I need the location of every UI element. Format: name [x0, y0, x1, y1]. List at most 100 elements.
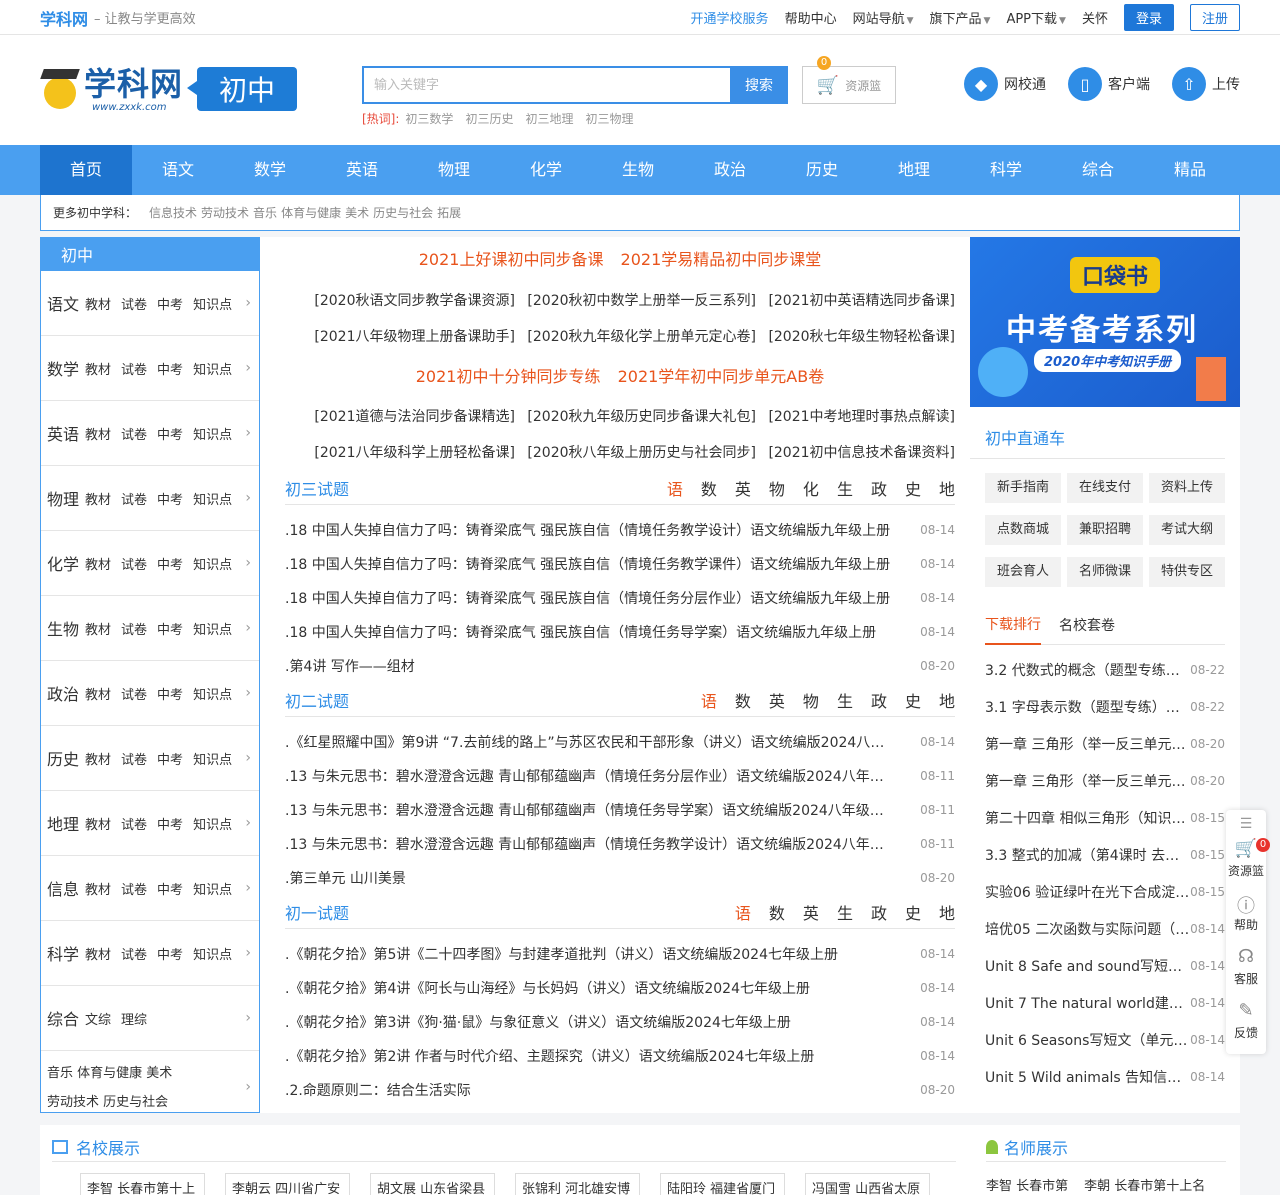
- left-nav-tag[interactable]: 教材: [85, 359, 111, 378]
- rank-link[interactable]: 第一章 三角形（举一反三单元…: [985, 771, 1190, 791]
- feature-sublink[interactable]: [2020秋初中数学上册举一反三系列]: [527, 293, 756, 309]
- direct-link[interactable]: 资料上传: [1149, 473, 1225, 503]
- rank-link[interactable]: Unit 8 Safe and sound写短文…: [985, 956, 1190, 976]
- feature-sublink[interactable]: [2021初中信息技术备课资料]: [768, 445, 955, 461]
- left-nav-tag[interactable]: 文综: [85, 1009, 111, 1028]
- left-nav-tag[interactable]: 知识点: [193, 359, 232, 378]
- left-nav-tag[interactable]: 中考: [157, 749, 183, 768]
- left-nav-row[interactable]: 科学 教材 试卷 中考 知识点 ›: [41, 921, 259, 986]
- resource-link[interactable]: .2.命题原则二：结合生活实际: [285, 1080, 895, 1100]
- left-nav-tag[interactable]: 中考: [157, 359, 183, 378]
- subject-tab[interactable]: 数: [701, 476, 717, 500]
- subject-tab[interactable]: 数: [735, 688, 751, 712]
- left-nav-tag[interactable]: 知识点: [193, 294, 232, 313]
- feature-sublink[interactable]: [2020秋八年级上册历史与社会同步]: [527, 445, 756, 461]
- rank-link[interactable]: 第二十四章 相似三角形（知识…: [985, 808, 1190, 828]
- left-nav-tag[interactable]: 中考: [157, 814, 183, 833]
- resource-link[interactable]: .《红星照耀中国》第9讲 “7.去前线的路上”与苏区农民和干部形象（讲义）语文统…: [285, 732, 895, 752]
- hot-word[interactable]: 初三历史: [465, 110, 513, 127]
- left-nav-tag[interactable]: 试卷: [121, 489, 147, 508]
- tool-wangxiaotong[interactable]: ◆ 网校通: [964, 67, 1046, 101]
- resource-link[interactable]: .《朝花夕拾》第2讲 作者与时代介绍、主题探究（讲义）语文统编版2024七年级上…: [285, 1046, 895, 1066]
- left-nav-tag[interactable]: 中考: [157, 424, 183, 443]
- left-nav-tag[interactable]: 试卷: [121, 684, 147, 703]
- nav-item[interactable]: 历史: [776, 145, 868, 195]
- teacher-card[interactable]: 李朝 长春市第十上名: [1084, 1175, 1205, 1194]
- resource-link[interactable]: .13 与朱元思书：碧水澄澄含远趣 青山郁郁蕴幽声（情境任务分层作业）语文统编版…: [285, 766, 895, 786]
- left-nav-tag[interactable]: 知识点: [193, 684, 232, 703]
- left-nav-tag[interactable]: 试卷: [121, 944, 147, 963]
- left-nav-row[interactable]: 物理 教材 试卷 中考 知识点 ›: [41, 466, 259, 531]
- feature-link[interactable]: 2021学易精品初中同步课堂: [621, 250, 822, 269]
- left-nav-row[interactable]: 语文 教材 试卷 中考 知识点 ›: [41, 271, 259, 336]
- direct-link[interactable]: 班会育人: [985, 557, 1061, 587]
- rank-link[interactable]: 3.3 整式的加减（第4课时 去括…: [985, 845, 1190, 865]
- left-nav-subject[interactable]: 数学: [47, 356, 79, 380]
- subject-tab[interactable]: 生: [837, 688, 853, 712]
- left-nav-subject[interactable]: 政治: [47, 681, 79, 705]
- feature-sublink[interactable]: [2020秋七年级生物轻松备课]: [768, 329, 955, 345]
- nav-item[interactable]: 化学: [500, 145, 592, 195]
- left-nav-row[interactable]: 地理 教材 试卷 中考 知识点 ›: [41, 791, 259, 856]
- left-nav-tag[interactable]: 教材: [85, 684, 111, 703]
- feature-sublink[interactable]: [2020秋九年级化学上册单元定心卷]: [527, 329, 756, 345]
- left-nav-tag[interactable]: 教材: [85, 294, 111, 313]
- section-title[interactable]: 初一试题: [285, 900, 349, 924]
- float-basket[interactable]: 🛒 0 资源篮: [1228, 838, 1270, 892]
- float-feedback[interactable]: ✎ 反馈: [1234, 1000, 1258, 1054]
- direct-link[interactable]: 新手指南: [985, 473, 1061, 503]
- left-nav-tag[interactable]: 教材: [85, 879, 111, 898]
- left-nav-tag[interactable]: 知识点: [193, 814, 232, 833]
- left-nav-tag[interactable]: 教材: [85, 489, 111, 508]
- left-nav-subject[interactable]: 地理: [47, 811, 79, 835]
- subject-tab[interactable]: 英: [769, 688, 785, 712]
- float-help[interactable]: ⓘ 帮助: [1234, 892, 1258, 946]
- left-nav-tag[interactable]: 理综: [121, 1009, 147, 1028]
- resource-basket-button[interactable]: 0 🛒 资源篮: [802, 56, 896, 104]
- rank-link[interactable]: 第一章 三角形（举一反三单元…: [985, 734, 1190, 754]
- left-nav-subject[interactable]: 英语: [47, 421, 79, 445]
- more-subject-link[interactable]: 信息技术: [149, 206, 197, 220]
- more-subject-link[interactable]: 体育与健康: [281, 206, 341, 220]
- register-button[interactable]: 注册: [1189, 4, 1240, 31]
- subject-tab[interactable]: 生: [837, 476, 853, 500]
- tab-famous-papers[interactable]: 名校套卷: [1059, 615, 1115, 635]
- left-nav-tag[interactable]: 知识点: [193, 489, 232, 508]
- feature-link[interactable]: 2021初中十分钟同步专练: [416, 367, 601, 386]
- tool-client[interactable]: ▯ 客户端: [1068, 67, 1150, 101]
- hot-word[interactable]: 初三地理: [525, 110, 573, 127]
- left-nav-row[interactable]: 英语 教材 试卷 中考 知识点 ›: [41, 401, 259, 466]
- feature-link[interactable]: 2021上好课初中同步备课: [419, 250, 604, 269]
- school-card[interactable]: 胡文展 山东省梁县: [370, 1173, 495, 1195]
- nav-item[interactable]: 首页: [40, 145, 132, 195]
- left-nav-tag[interactable]: 中考: [157, 489, 183, 508]
- nav-item[interactable]: 地理: [868, 145, 960, 195]
- subject-tab[interactable]: 政: [871, 476, 887, 500]
- menu-icon[interactable]: ☰: [1240, 816, 1253, 838]
- direct-link[interactable]: 在线支付: [1067, 473, 1143, 503]
- left-nav-row[interactable]: 历史 教材 试卷 中考 知识点 ›: [41, 726, 259, 791]
- resource-link[interactable]: .13 与朱元思书：碧水澄澄含远趣 青山郁郁蕴幽声（情境任务导学案）语文统编版2…: [285, 800, 895, 820]
- rank-link[interactable]: 培优05 二次函数与实际问题（…: [985, 919, 1190, 939]
- resource-link[interactable]: .《朝花夕拾》第5讲《二十四孝图》与封建孝道批判（讲义）语文统编版2024七年级…: [285, 944, 895, 964]
- left-nav-row[interactable]: 化学 教材 试卷 中考 知识点 ›: [41, 531, 259, 596]
- left-nav-tag[interactable]: 中考: [157, 619, 183, 638]
- left-nav-tag[interactable]: 知识点: [193, 424, 232, 443]
- top-link-care[interactable]: 关怀: [1082, 8, 1108, 27]
- nav-item[interactable]: 综合: [1052, 145, 1144, 195]
- tool-upload[interactable]: ⇧ 上传: [1172, 67, 1240, 101]
- subject-tab[interactable]: 英: [735, 476, 751, 500]
- more-subject-link[interactable]: 美术: [345, 206, 369, 220]
- left-nav-subject[interactable]: 物理: [47, 486, 79, 510]
- direct-link[interactable]: 点数商城: [985, 515, 1061, 545]
- feature-sublink[interactable]: [2021道德与法治同步备课精选]: [314, 409, 515, 425]
- float-service[interactable]: ☊ 客服: [1234, 946, 1258, 1000]
- left-nav-row[interactable]: 政治 教材 试卷 中考 知识点 ›: [41, 661, 259, 726]
- nav-item[interactable]: 物理: [408, 145, 500, 195]
- resource-link[interactable]: .18 中国人失掉自信力了吗：铸脊梁底气 强民族自信（情境任务分层作业）语文统编…: [285, 588, 895, 608]
- more-subject-link[interactable]: 音乐: [253, 206, 277, 220]
- site-logo[interactable]: 学科网 www.zxxk.com 初中: [40, 65, 298, 113]
- direct-link[interactable]: 兼职招聘: [1067, 515, 1143, 545]
- more-subject-link[interactable]: 拓展: [437, 206, 461, 220]
- promo-banner[interactable]: 口袋书 中考备考系列 2020年中考知识手册: [970, 237, 1240, 407]
